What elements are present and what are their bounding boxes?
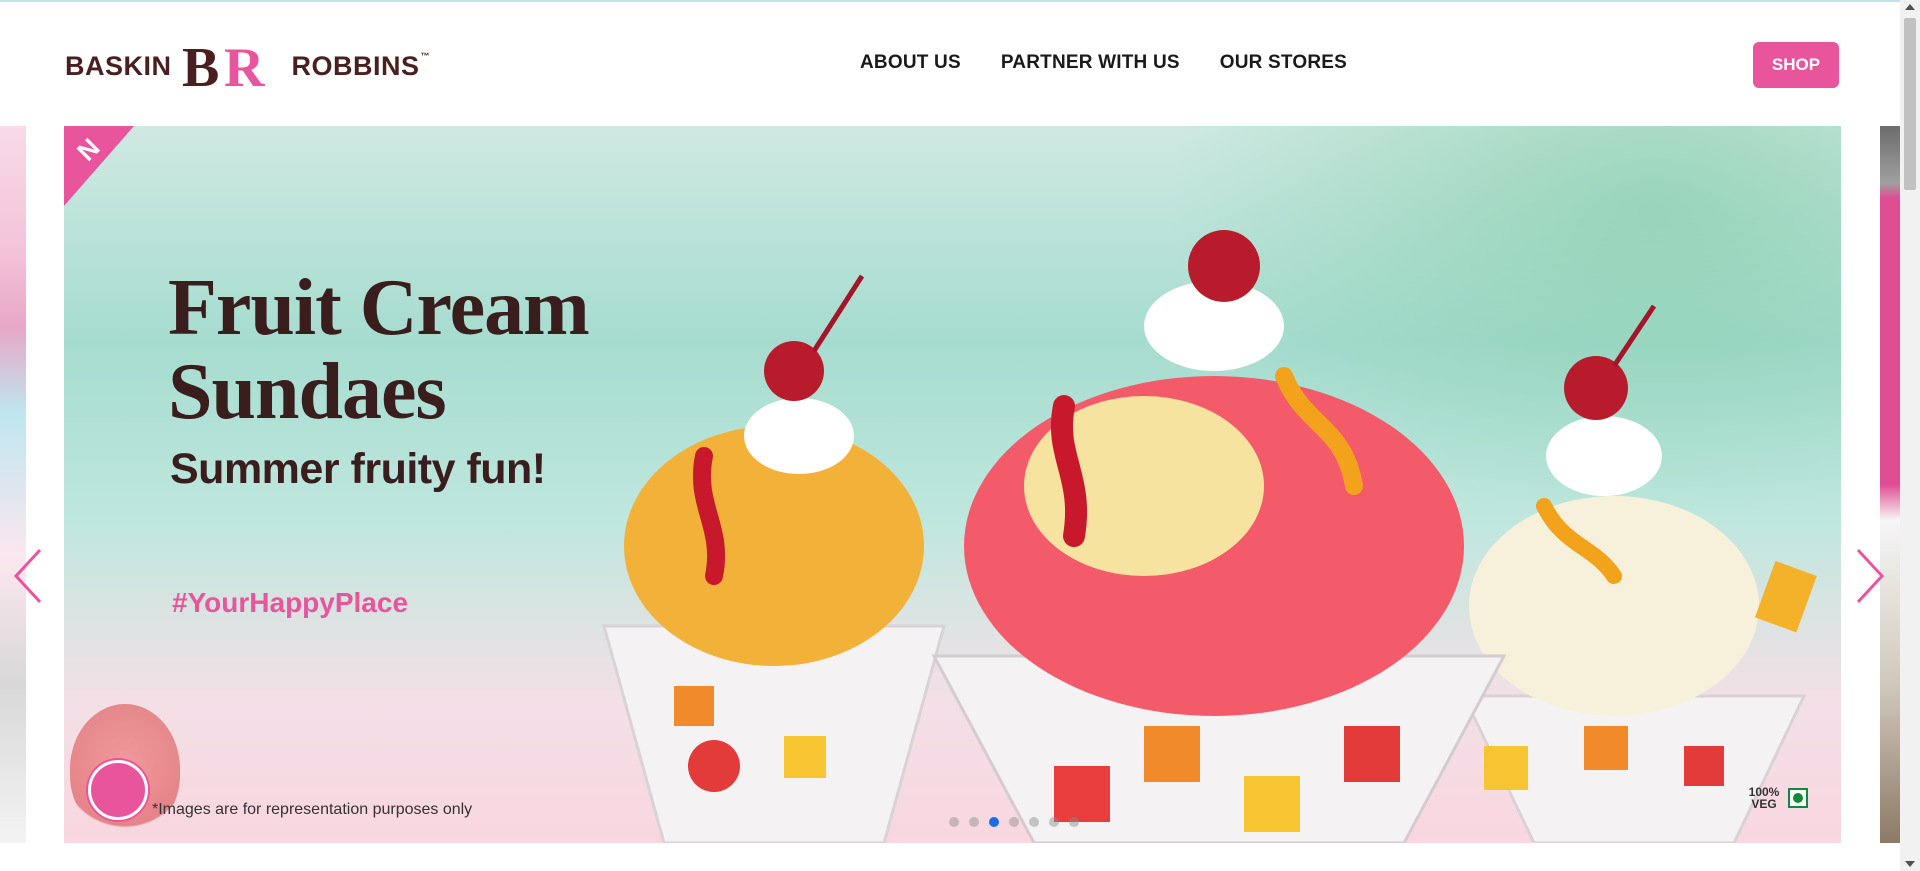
chevron-left-icon[interactable] [10,546,50,606]
shop-button[interactable]: SHOP [1753,42,1839,88]
new-ribbon-badge: N [64,126,134,206]
cow-badge-icon [88,760,148,820]
hero-carousel: N Fruit Cream Sundaes Summer fruity fun!… [0,126,1900,843]
carousel-dot[interactable] [989,817,999,827]
carousel-dot[interactable] [1009,817,1019,827]
page-scrollbar[interactable] [1900,0,1920,871]
carousel-dot[interactable] [969,817,979,827]
carousel-pagination [949,817,1079,827]
logo-word-right: ROBBINS™ [292,51,431,82]
logo-mark-b: B [182,40,219,92]
scroll-down-arrow[interactable] [1905,861,1915,867]
sundae-right [1461,304,1817,843]
logo-word-right-text: ROBBINS [291,50,420,81]
hero-slide-active[interactable]: N Fruit Cream Sundaes Summer fruity fun!… [64,126,1841,843]
carousel-dot[interactable] [1049,817,1059,827]
veg-dot [1793,793,1803,803]
nav-partner-with-us[interactable]: PARTNER WITH US [1001,52,1180,74]
site-header: BASKIN B R ROBBINS™ ABOUT US PARTNER WIT… [0,2,1900,124]
carousel-dot[interactable] [949,817,959,827]
veg-symbol-icon [1788,788,1808,808]
nav-our-stores[interactable]: OUR STORES [1220,52,1347,74]
scroll-up-arrow[interactable] [1905,4,1915,10]
main-nav: ABOUT US PARTNER WITH US OUR STORES [860,52,1347,74]
veg-label: 100% VEG [1748,785,1780,811]
br-logo-mark-icon: B R [182,40,265,92]
previous-slide-peek[interactable] [0,126,26,843]
chevron-right-icon[interactable] [1848,546,1888,606]
image-disclaimer: *Images are for representation purposes … [152,801,473,818]
carousel-dot[interactable] [1069,817,1079,827]
veg-badge: 100% VEG [1746,786,1808,810]
carousel-dot[interactable] [1029,817,1039,827]
nav-about-us[interactable]: ABOUT US [860,52,961,74]
brand-logo[interactable]: BASKIN B R ROBBINS™ [65,40,430,92]
next-slide-peek[interactable] [1880,126,1900,843]
logo-word-left: BASKIN [65,50,172,81]
logo-mark-r: R [224,40,265,92]
hero-subtitle: Summer fruity fun! [170,445,546,493]
sundae-center [931,230,1507,843]
sundae-illustration [602,230,1817,843]
trademark-symbol: ™ [420,50,431,61]
scroll-thumb[interactable] [1904,18,1916,190]
hero-hashtag: #YourHappyPlace [172,587,409,618]
hero-headline: Fruit Cream Sundaes [168,264,590,436]
